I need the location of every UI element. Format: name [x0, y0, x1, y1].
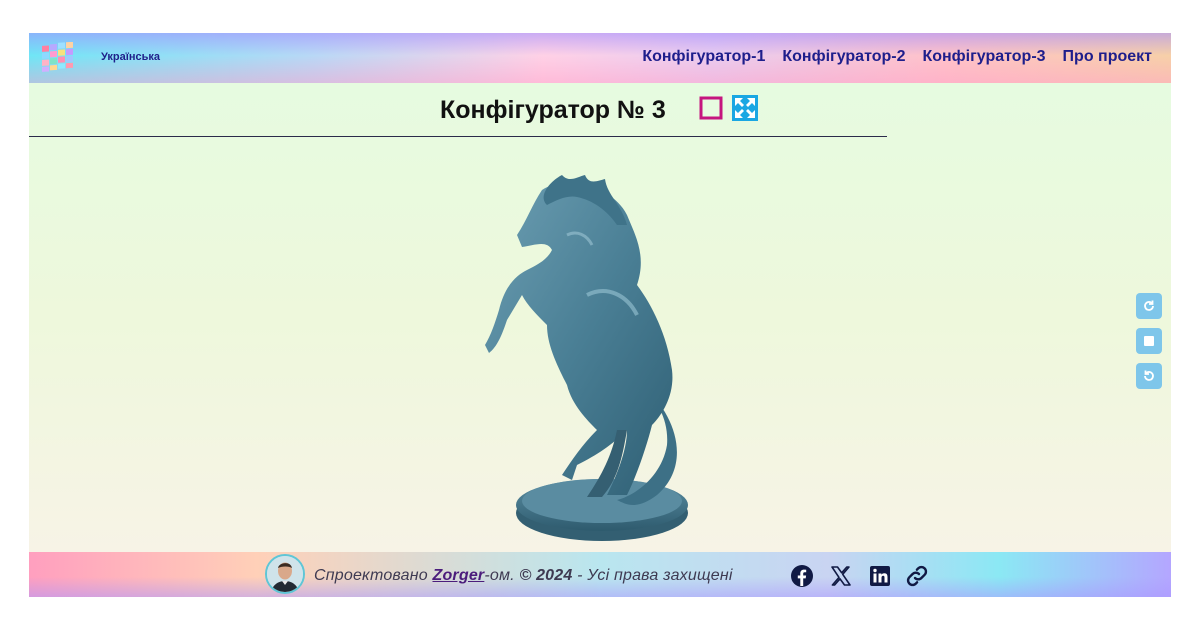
rotate-clockwise-button[interactable] — [1136, 293, 1162, 319]
site-header: Українська Конфігуратор-1 Конфігуратор-2… — [29, 33, 1171, 83]
linkedin-icon[interactable] — [868, 564, 892, 588]
nav-link-configurator-3[interactable]: Конфігуратор-3 — [922, 48, 1045, 66]
viewer-area: Конфігуратор № 3 — [29, 83, 1171, 552]
author-link[interactable]: Zorger — [432, 567, 484, 584]
facebook-icon[interactable] — [790, 564, 814, 588]
rotate-counterclockwise-button[interactable] — [1136, 363, 1162, 389]
language-switch-link[interactable]: Українська — [101, 51, 160, 63]
expand-arrows-icon[interactable] — [732, 95, 758, 121]
copyright-year: © 2024 — [519, 567, 573, 584]
site-footer: Спроектовано Zorger-ом. © 2024 - Усі пра… — [29, 552, 1171, 597]
stop-icon — [1144, 336, 1154, 346]
site-logo-icon[interactable] — [41, 42, 79, 74]
horse-statue-3d-model[interactable] — [477, 175, 737, 547]
credit-prefix: Спроектовано — [314, 567, 433, 584]
fullscreen-frame-icon[interactable] — [699, 96, 723, 120]
nav-link-configurator-1[interactable]: Конфігуратор-1 — [642, 48, 765, 66]
credit-suffix: -ом. — [484, 567, 520, 584]
nav-link-about[interactable]: Про проект — [1063, 48, 1152, 66]
stop-button[interactable] — [1136, 328, 1162, 354]
link-icon[interactable] — [905, 564, 929, 588]
main-nav: Конфігуратор-1 Конфігуратор-2 Конфігурат… — [642, 48, 1152, 66]
author-avatar — [265, 554, 305, 594]
page-title: Конфігуратор № 3 — [440, 96, 666, 124]
rights-text: - Усі права захищені — [572, 567, 733, 584]
footer-credit: Спроектовано Zorger-ом. © 2024 - Усі пра… — [314, 567, 733, 585]
x-icon[interactable] — [829, 564, 853, 588]
rotate-clockwise-icon — [1144, 300, 1154, 311]
title-bar: Конфігуратор № 3 — [29, 83, 887, 137]
page-frame: Українська Конфігуратор-1 Конфігуратор-2… — [29, 33, 1171, 597]
nav-link-configurator-2[interactable]: Конфігуратор-2 — [782, 48, 905, 66]
rotate-counterclockwise-icon — [1144, 370, 1154, 381]
